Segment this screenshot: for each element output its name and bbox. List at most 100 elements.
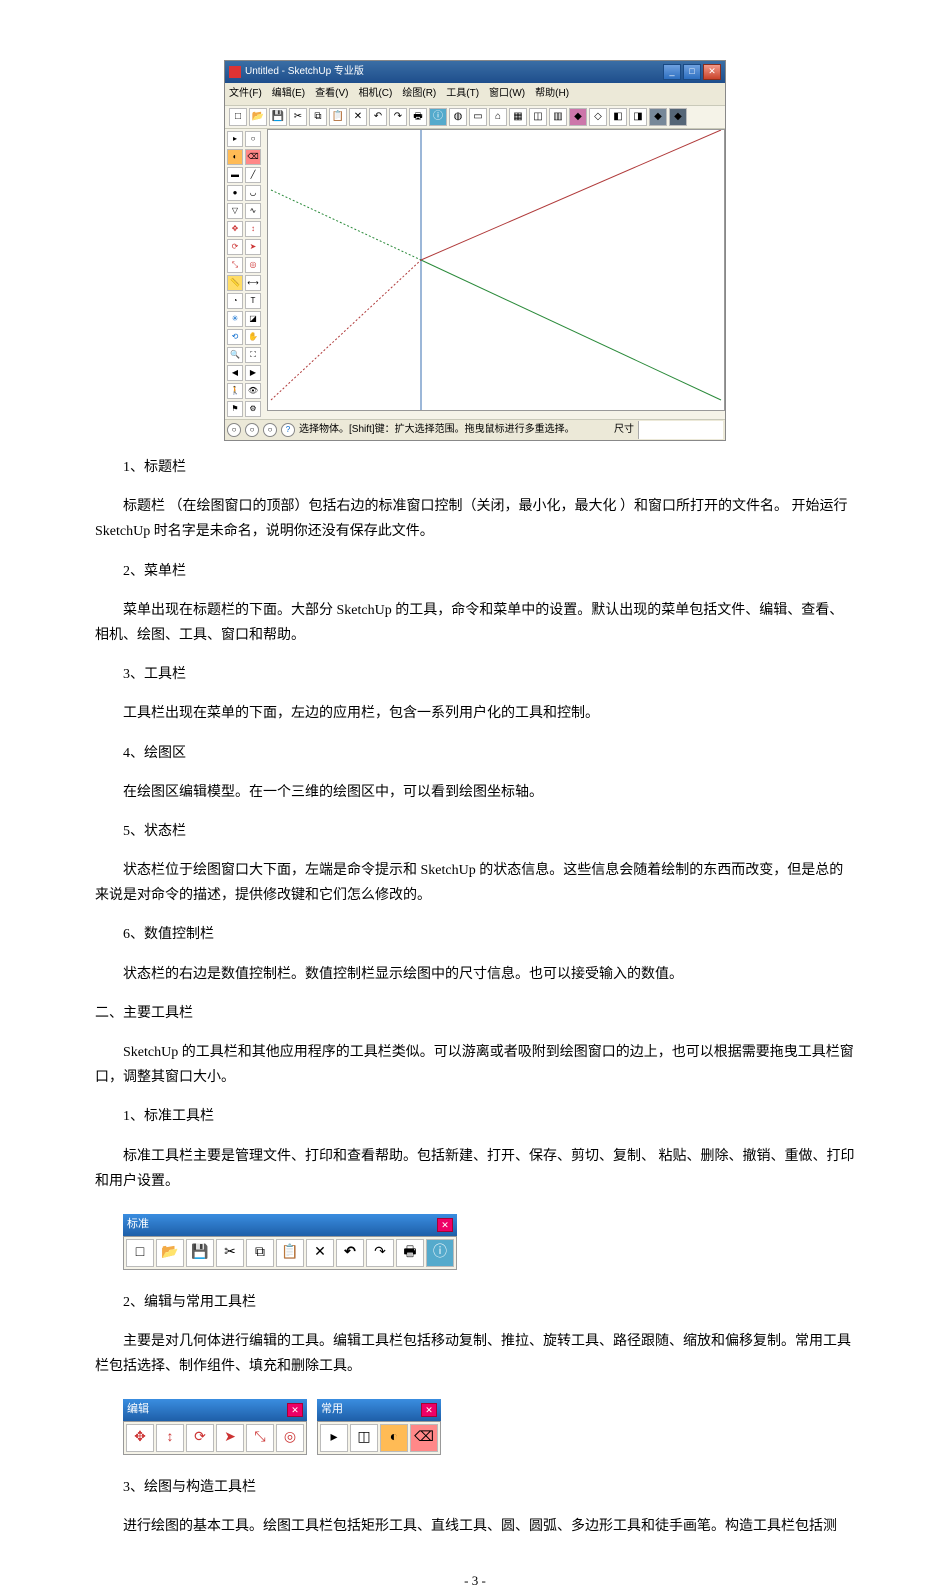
arc-icon[interactable]: ◡ — [245, 185, 261, 201]
paste-icon[interactable]: 📋 — [329, 108, 347, 126]
pushpull-icon[interactable]: ↕ — [156, 1424, 184, 1452]
poly-icon[interactable]: ▽ — [227, 203, 243, 219]
print-icon[interactable]: 🖶 — [396, 1239, 424, 1267]
menu-help[interactable]: 帮助(H) — [535, 85, 569, 103]
open-icon[interactable]: 📂 — [156, 1239, 184, 1267]
select-icon[interactable]: ▸ — [320, 1424, 348, 1452]
text-icon[interactable]: T — [245, 293, 261, 309]
walk-icon[interactable]: 🚶 — [227, 383, 243, 399]
copy-icon[interactable]: ⧉ — [246, 1239, 274, 1267]
menu-view[interactable]: 查看(V) — [315, 85, 348, 103]
menu-tools[interactable]: 工具(T) — [446, 85, 479, 103]
section-icon[interactable]: ◪ — [245, 311, 261, 327]
icon-e[interactable]: ◫ — [529, 108, 547, 126]
dim-input[interactable] — [638, 421, 723, 439]
line-icon[interactable]: ╱ — [245, 167, 261, 183]
redo-icon[interactable]: ↷ — [366, 1239, 394, 1267]
offset-icon[interactable]: ◎ — [276, 1424, 304, 1452]
component-icon[interactable]: ◫ — [350, 1424, 378, 1452]
icon-d[interactable]: ▦ — [509, 108, 527, 126]
common-toolbar: 常用 ✕ ▸ ◫ ◐ ⌫ — [317, 1399, 441, 1455]
rotate-icon[interactable]: ⟳ — [186, 1424, 214, 1452]
new-icon[interactable]: □ — [229, 108, 247, 126]
icon-g[interactable]: ◆ — [569, 108, 587, 126]
open-icon[interactable]: 📂 — [249, 108, 267, 126]
freehand-icon[interactable]: ∿ — [245, 203, 261, 219]
edit-toolbar-close-icon[interactable]: ✕ — [287, 1403, 303, 1417]
rotate-icon[interactable]: ⟳ — [227, 239, 243, 255]
status-help-icon[interactable]: ? — [281, 423, 295, 437]
icon-h[interactable]: ◇ — [589, 108, 607, 126]
circle-icon[interactable]: ● — [227, 185, 243, 201]
delete-icon[interactable]: ✕ — [349, 108, 367, 126]
copy-icon[interactable]: ⧉ — [309, 108, 327, 126]
side-toolbar: ▸○ ◐⌫ ▬╱ ●◡ ▽∿ ✥↕ ⟳➤ ⤡◎ 📏⟷ ◔T ✳◪ ⟲✋ 🔍⛶ ◀… — [225, 129, 267, 419]
icon-i[interactable]: ◧ — [609, 108, 627, 126]
zoom-icon[interactable]: 🔍 — [227, 347, 243, 363]
follow-icon[interactable]: ➤ — [245, 239, 261, 255]
common-toolbar-close-icon[interactable]: ✕ — [421, 1403, 437, 1417]
minimize-button[interactable]: _ — [663, 64, 681, 80]
eraser-icon[interactable]: ⌫ — [245, 149, 261, 165]
icon-b[interactable]: ▭ — [469, 108, 487, 126]
icon-s1[interactable]: ○ — [245, 131, 261, 147]
scale-icon[interactable]: ⤡ — [227, 257, 243, 273]
move-icon[interactable]: ✥ — [126, 1424, 154, 1452]
standard-toolbar-close-icon[interactable]: ✕ — [437, 1218, 453, 1232]
sec4-num: 4、绘图区 — [95, 741, 855, 766]
undo-icon[interactable]: ↶ — [369, 108, 387, 126]
scale-icon[interactable]: ⤡ — [246, 1424, 274, 1452]
move-icon[interactable]: ✥ — [227, 221, 243, 237]
next-icon[interactable]: ▶ — [245, 365, 261, 381]
pan-icon[interactable]: ✋ — [245, 329, 261, 345]
delete-icon[interactable]: ✕ — [306, 1239, 334, 1267]
undo-icon[interactable]: ↶ — [336, 1239, 364, 1267]
icon-a[interactable]: ◍ — [449, 108, 467, 126]
protractor-icon[interactable]: ◔ — [227, 293, 243, 309]
dim-icon[interactable]: ⟷ — [245, 275, 261, 291]
rect-icon[interactable]: ▬ — [227, 167, 243, 183]
offset-icon[interactable]: ◎ — [245, 257, 261, 273]
misc-icon[interactable]: ⚙ — [245, 401, 261, 417]
menu-edit[interactable]: 编辑(E) — [272, 85, 305, 103]
maximize-button[interactable]: □ — [683, 64, 701, 80]
close-button[interactable]: ✕ — [703, 64, 721, 80]
select-icon[interactable]: ▸ — [227, 131, 243, 147]
menu-window[interactable]: 窗口(W) — [489, 85, 525, 103]
cut-icon[interactable]: ✂ — [216, 1239, 244, 1267]
icon-j[interactable]: ◨ — [629, 108, 647, 126]
status-circ-1[interactable]: ○ — [227, 423, 241, 437]
paste-icon[interactable]: 📋 — [276, 1239, 304, 1267]
prev-icon[interactable]: ◀ — [227, 365, 243, 381]
status-circ-3[interactable]: ○ — [263, 423, 277, 437]
paint-icon[interactable]: ◐ — [227, 149, 243, 165]
info-icon[interactable]: ⓘ — [426, 1239, 454, 1267]
push-icon[interactable]: ↕ — [245, 221, 261, 237]
cut-icon[interactable]: ✂ — [289, 108, 307, 126]
look-icon[interactable]: 👁 — [245, 383, 261, 399]
info-icon[interactable]: ⓘ — [429, 108, 447, 126]
paint-icon[interactable]: ◐ — [380, 1424, 408, 1452]
axes-icon[interactable]: ✳ — [227, 311, 243, 327]
pos-icon[interactable]: ⚑ — [227, 401, 243, 417]
print-icon[interactable]: 🖶 — [409, 108, 427, 126]
save-icon[interactable]: 💾 — [186, 1239, 214, 1267]
redo-icon[interactable]: ↷ — [389, 108, 407, 126]
menu-draw[interactable]: 绘图(R) — [402, 85, 436, 103]
sec3-body: 工具栏出现在菜单的下面，左边的应用栏，包含一系列用户化的工具和控制。 — [95, 701, 855, 726]
orbit-icon[interactable]: ⟲ — [227, 329, 243, 345]
icon-l[interactable]: ◆ — [669, 108, 687, 126]
tape-icon[interactable]: 📏 — [227, 275, 243, 291]
save-icon[interactable]: 💾 — [269, 108, 287, 126]
icon-f[interactable]: ▥ — [549, 108, 567, 126]
status-circ-2[interactable]: ○ — [245, 423, 259, 437]
icon-k[interactable]: ◆ — [649, 108, 667, 126]
new-icon[interactable]: □ — [126, 1239, 154, 1267]
followme-icon[interactable]: ➤ — [216, 1424, 244, 1452]
zoom-ext-icon[interactable]: ⛶ — [245, 347, 261, 363]
menu-camera[interactable]: 相机(C) — [358, 85, 392, 103]
icon-c[interactable]: ⌂ — [489, 108, 507, 126]
menu-file[interactable]: 文件(F) — [229, 85, 262, 103]
eraser-icon[interactable]: ⌫ — [410, 1424, 438, 1452]
drawing-area[interactable] — [267, 129, 725, 411]
